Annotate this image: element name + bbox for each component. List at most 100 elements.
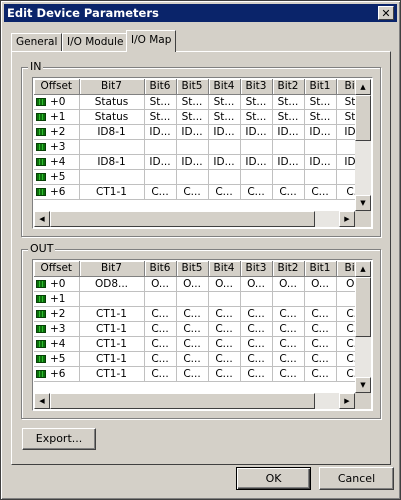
close-icon[interactable]: ✕ xyxy=(378,6,394,20)
table-row[interactable]: +5 xyxy=(34,169,371,185)
table-row[interactable]: +2CT1-1C...C...C...C...C...C...C... xyxy=(34,306,371,322)
offset-cell: +4 xyxy=(34,154,80,170)
in-column-header[interactable]: Bit4 xyxy=(208,79,241,95)
bit-cell xyxy=(304,169,337,185)
table-row[interactable]: +3 xyxy=(34,139,371,155)
io-module-icon xyxy=(36,324,46,333)
offset-label: +2 xyxy=(50,125,66,138)
table-row[interactable]: +6CT1-1C...C...C...C...C...C...C... xyxy=(34,184,371,200)
ok-button[interactable]: OK xyxy=(236,467,311,490)
bit-cell: C... xyxy=(272,321,305,337)
io-module-icon xyxy=(36,172,46,181)
bit-cell: C... xyxy=(208,184,241,200)
in-group: IN OffsetBit7Bit6Bit5Bit4Bit3Bit2Bit1Bit… xyxy=(21,60,381,237)
out-column-header[interactable]: Bit6 xyxy=(144,261,177,277)
in-column-header[interactable]: Bit3 xyxy=(240,79,273,95)
in-scroll-thumb[interactable] xyxy=(355,95,371,141)
tab-io-map[interactable]: I/O Map xyxy=(126,30,177,52)
in-column-header[interactable]: Bit5 xyxy=(176,79,209,95)
bit-cell xyxy=(176,139,209,155)
offset-cell: +0 xyxy=(34,94,80,110)
bit-cell: C... xyxy=(144,336,177,352)
bit-cell: C... xyxy=(304,184,337,200)
offset-label: +3 xyxy=(50,140,66,153)
table-row[interactable]: +4CT1-1C...C...C...C...C...C...C... xyxy=(34,336,371,352)
offset-label: +1 xyxy=(50,292,66,305)
in-column-header[interactable]: Bit7 xyxy=(79,79,145,95)
out-vertical-scrollbar[interactable]: ▲ ▼ xyxy=(355,261,371,393)
bit-cell: O... xyxy=(272,276,305,292)
scroll-right-icon[interactable]: ▶ xyxy=(339,211,355,227)
scroll-up-icon[interactable]: ▲ xyxy=(355,79,371,95)
io-module-icon xyxy=(36,369,46,378)
table-row[interactable]: +1StatusSt...St...St...St...St...St...St… xyxy=(34,109,371,125)
bit-cell xyxy=(272,291,305,307)
io-module-icon xyxy=(36,354,46,363)
table-row[interactable]: +0StatusSt...St...St...St...St...St...St… xyxy=(34,94,371,110)
bit-cell xyxy=(176,291,209,307)
out-column-header[interactable]: Bit2 xyxy=(272,261,305,277)
bit-cell: ID... xyxy=(176,154,209,170)
table-row[interactable]: +2ID8-1ID...ID...ID...ID...ID...ID...ID.… xyxy=(34,124,371,140)
cancel-button[interactable]: Cancel xyxy=(319,467,394,490)
title-bar: Edit Device Parameters ✕ xyxy=(4,4,397,22)
bit-cell: ID... xyxy=(304,154,337,170)
scroll-down-icon[interactable]: ▼ xyxy=(355,195,371,211)
out-map-list[interactable]: OffsetBit7Bit6Bit5Bit4Bit3Bit2Bit1Bit0 +… xyxy=(32,259,373,411)
bit-cell: St... xyxy=(208,94,241,110)
in-column-header[interactable]: Bit6 xyxy=(144,79,177,95)
edit-device-parameters-dialog: Edit Device Parameters ✕ General I/O Mod… xyxy=(0,0,401,500)
out-column-header[interactable]: Offset xyxy=(34,261,80,277)
out-column-header[interactable]: Bit5 xyxy=(176,261,209,277)
scroll-up-icon[interactable]: ▲ xyxy=(355,261,371,277)
in-vertical-scrollbar[interactable]: ▲ ▼ xyxy=(355,79,371,211)
in-hscroll-thumb[interactable] xyxy=(50,211,315,227)
in-map-table: OffsetBit7Bit6Bit5Bit4Bit3Bit2Bit1Bit0 +… xyxy=(34,79,371,200)
table-row[interactable]: +0OD8...O...O...O...O...O...O...O... xyxy=(34,276,371,292)
offset-label: +4 xyxy=(50,155,66,168)
in-column-header[interactable]: Bit1 xyxy=(304,79,337,95)
bit-cell: CT1-1 xyxy=(79,306,145,322)
out-column-header[interactable]: Bit1 xyxy=(304,261,337,277)
tab-io-module[interactable]: I/O Module xyxy=(62,33,129,51)
table-row[interactable]: +5CT1-1C...C...C...C...C...C...C... xyxy=(34,351,371,367)
in-column-header[interactable]: Bit2 xyxy=(272,79,305,95)
bit-cell: C... xyxy=(240,321,273,337)
in-map-list[interactable]: OffsetBit7Bit6Bit5Bit4Bit3Bit2Bit1Bit0 +… xyxy=(32,77,373,229)
out-hscroll-thumb[interactable] xyxy=(50,393,315,409)
scroll-right-icon[interactable]: ▶ xyxy=(339,393,355,409)
offset-label: +5 xyxy=(50,170,66,183)
in-column-header[interactable]: Offset xyxy=(34,79,80,95)
scroll-left-icon[interactable]: ◀ xyxy=(34,393,50,409)
bit-cell: C... xyxy=(176,306,209,322)
table-row[interactable]: +6CT1-1C...C...C...C...C...C...C... xyxy=(34,366,371,382)
out-scroll-thumb[interactable] xyxy=(355,277,371,337)
scroll-left-icon[interactable]: ◀ xyxy=(34,211,50,227)
tab-general[interactable]: General xyxy=(11,33,63,51)
bit-cell: C... xyxy=(272,306,305,322)
offset-label: +6 xyxy=(50,367,66,380)
bit-cell: ID... xyxy=(304,124,337,140)
out-horizontal-scrollbar[interactable]: ◀ ▶ xyxy=(34,393,355,409)
scroll-corner xyxy=(355,393,371,409)
in-group-label: IN xyxy=(28,60,44,73)
in-horizontal-scrollbar[interactable]: ◀ ▶ xyxy=(34,211,355,227)
out-column-header[interactable]: Bit4 xyxy=(208,261,241,277)
offset-label: +2 xyxy=(50,307,66,320)
table-row[interactable]: +4ID8-1ID...ID...ID...ID...ID...ID...ID.… xyxy=(34,154,371,170)
offset-label: +6 xyxy=(50,185,66,198)
offset-label: +0 xyxy=(50,95,66,108)
bit-cell: C... xyxy=(144,184,177,200)
bit-cell: ID8-1 xyxy=(79,154,145,170)
bit-cell: C... xyxy=(208,321,241,337)
bit-cell: C... xyxy=(176,336,209,352)
out-column-header[interactable]: Bit7 xyxy=(79,261,145,277)
out-column-header[interactable]: Bit3 xyxy=(240,261,273,277)
scroll-down-icon[interactable]: ▼ xyxy=(355,377,371,393)
bit-cell: C... xyxy=(176,351,209,367)
table-row[interactable]: +1 xyxy=(34,291,371,307)
export-button[interactable]: Export... xyxy=(22,428,96,450)
bit-cell: St... xyxy=(304,94,337,110)
table-row[interactable]: +3CT1-1C...C...C...C...C...C...C... xyxy=(34,321,371,337)
bit-cell: C... xyxy=(144,306,177,322)
